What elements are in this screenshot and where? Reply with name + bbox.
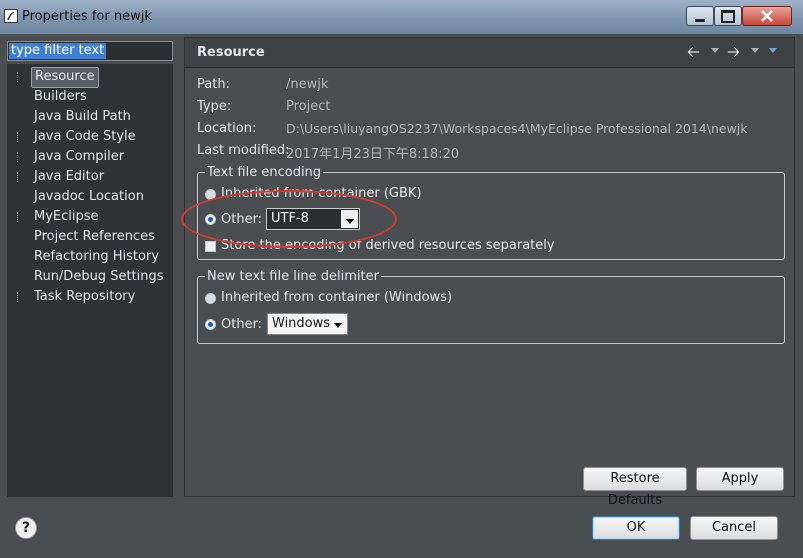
forward-history-dropdown-icon[interactable] xyxy=(751,48,759,53)
delimiter-inherited-label: Inherited from container (Windows) xyxy=(221,290,453,305)
tree-expander[interactable] xyxy=(17,292,20,302)
tree-item-label: MyEclipse xyxy=(34,209,99,224)
tree-item-myeclipse[interactable]: MyEclipse xyxy=(7,207,173,227)
type-label: Type: xyxy=(197,99,232,114)
red-annotation-ellipse xyxy=(181,190,397,248)
cancel-button[interactable]: Cancel xyxy=(690,516,778,540)
tree-expander[interactable] xyxy=(17,172,20,182)
tree-item-label: Java Editor xyxy=(34,169,105,184)
tree-item-label: Java Build Path xyxy=(34,109,131,124)
tree-item-label: Project References xyxy=(34,229,155,244)
delimiter-other-radio[interactable] xyxy=(205,319,216,330)
tree-item-label: Javadoc Location xyxy=(34,189,144,204)
tree-item-project-references[interactable]: Project References xyxy=(7,227,173,247)
title-bar: Properties for newjk xyxy=(0,0,803,34)
properties-page xyxy=(184,37,795,497)
window-title: Properties for newjk xyxy=(22,9,152,24)
delimiter-inherited-radio[interactable] xyxy=(205,293,216,304)
close-button[interactable] xyxy=(742,6,792,26)
ok-button[interactable]: OK xyxy=(592,516,680,540)
tree-item-java-build-path[interactable]: Java Build Path xyxy=(7,107,173,127)
view-menu-icon[interactable] xyxy=(769,48,777,53)
tree-expander[interactable] xyxy=(17,132,20,142)
tree-item-run-debug-settings[interactable]: Run/Debug Settings xyxy=(7,267,173,287)
page-title: Resource xyxy=(197,45,265,60)
restore-defaults-button[interactable]: Restore Defaults xyxy=(583,467,687,508)
line-delimiter-group-label: New text file line delimiter xyxy=(205,269,381,284)
apply-button[interactable]: Apply xyxy=(696,467,784,491)
tree-item-refactoring-history[interactable]: Refactoring History xyxy=(7,247,173,267)
chevron-down-icon xyxy=(334,323,342,328)
help-icon: ? xyxy=(21,520,31,536)
tree-expander[interactable] xyxy=(17,152,20,162)
filter-text: type filter text xyxy=(9,43,107,59)
tree-item-resource[interactable]: Resource xyxy=(7,67,173,88)
store-encoding-checkbox[interactable] xyxy=(205,241,216,252)
back-arrow-icon[interactable]: 🡠 xyxy=(687,44,703,60)
back-history-dropdown-icon[interactable] xyxy=(711,48,719,53)
path-value: /newjk xyxy=(286,77,329,92)
minimize-icon xyxy=(695,18,705,22)
tree-item-label: Refactoring History xyxy=(34,249,160,264)
last-modified-label: Last modified: xyxy=(197,143,290,158)
location-label: Location: xyxy=(197,121,257,136)
tree-item-task-repository[interactable]: Task Repository xyxy=(7,287,173,307)
eclipse-app-icon xyxy=(4,9,18,23)
path-label: Path: xyxy=(197,77,230,92)
maximize-icon xyxy=(721,9,735,23)
tree-item-label: Resource xyxy=(31,67,99,88)
close-icon xyxy=(761,10,773,22)
tree-item-label: Java Code Style xyxy=(34,129,136,144)
location-value: D:\Users\liuyangOS2237\Workspaces4\MyEcl… xyxy=(286,121,748,136)
text-encoding-group-label: Text file encoding xyxy=(205,165,324,180)
tree-item-java-code-style[interactable]: Java Code Style xyxy=(7,127,173,147)
tree-item-java-editor[interactable]: Java Editor xyxy=(7,167,173,187)
delimiter-other-label: Other: xyxy=(221,317,263,332)
tree-item-javadoc-location[interactable]: Javadoc Location xyxy=(7,187,173,207)
type-value: Project xyxy=(286,99,331,114)
tree-item-label: Java Compiler xyxy=(34,149,125,164)
maximize-button[interactable] xyxy=(714,6,742,26)
tree-expander[interactable] xyxy=(17,212,20,222)
property-tree: Resource Builders Java Build Path Java C… xyxy=(7,64,173,497)
minimize-button[interactable] xyxy=(686,6,714,26)
tree-item-label: Run/Debug Settings xyxy=(34,269,164,284)
tree-item-java-compiler[interactable]: Java Compiler xyxy=(7,147,173,167)
delimiter-select[interactable]: Windows xyxy=(267,313,348,335)
forward-arrow-icon[interactable]: 🡢 xyxy=(727,44,743,60)
last-modified-value: 2017年1月23日下午8:18:20 xyxy=(286,147,460,162)
tree-item-builders[interactable]: Builders xyxy=(7,87,173,107)
help-button[interactable]: ? xyxy=(15,517,37,539)
tree-item-label: Builders xyxy=(34,89,87,104)
tree-item-label: Task Repository xyxy=(34,289,136,304)
delimiter-select-value: Windows xyxy=(272,316,331,331)
tree-expander[interactable] xyxy=(17,72,20,82)
